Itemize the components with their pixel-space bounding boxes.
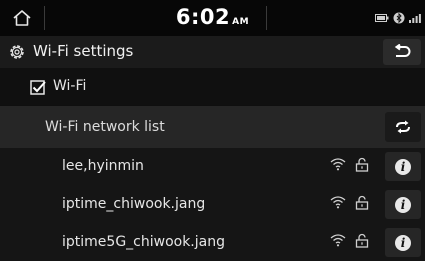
battery-icon	[375, 14, 389, 22]
network-name: iptime5G_chiwook.jang	[62, 234, 225, 250]
network-list-title: Wi-Fi network list	[45, 119, 165, 135]
clock: 6:02 AM	[0, 5, 425, 29]
signal-icon	[409, 14, 421, 23]
wifi-signal-icon	[330, 158, 346, 171]
info-icon: i	[395, 158, 411, 175]
clock-time: 6:02	[175, 5, 231, 29]
info-icon: i	[395, 196, 411, 213]
network-name: lee,hyinmin	[62, 158, 144, 174]
back-button[interactable]	[383, 39, 421, 65]
network-row[interactable]: iptime_chiwook.jang i	[0, 186, 425, 225]
wifi-toggle-row[interactable]: Wi-Fi	[0, 68, 425, 105]
divider	[266, 6, 267, 30]
refresh-icon	[396, 120, 410, 134]
lock-icon	[355, 195, 369, 210]
wifi-checkbox[interactable]	[30, 80, 46, 96]
title-bar: Wi-Fi settings	[0, 36, 425, 68]
network-name: iptime_chiwook.jang	[62, 196, 206, 212]
gear-icon	[10, 45, 24, 59]
network-info-button[interactable]: i	[385, 152, 421, 181]
network-info-button[interactable]: i	[385, 190, 421, 219]
network-row[interactable]: iptime5G_chiwook.jang i	[0, 224, 425, 261]
info-icon: i	[395, 234, 411, 251]
status-bar: 6:02 AM	[0, 0, 425, 36]
clock-ampm: AM	[232, 17, 250, 27]
status-icons	[375, 12, 421, 24]
back-arrow-icon	[394, 44, 411, 57]
page-title: Wi-Fi settings	[33, 42, 134, 60]
network-row[interactable]: lee,hyinmin i	[0, 148, 425, 187]
wifi-signal-icon	[330, 196, 346, 209]
network-list-header: Wi-Fi network list	[0, 106, 425, 148]
lock-icon	[355, 233, 369, 248]
bluetooth-icon	[393, 12, 405, 24]
wifi-toggle-label: Wi-Fi	[53, 78, 87, 94]
lock-icon	[355, 157, 369, 172]
network-info-button[interactable]: i	[385, 228, 421, 257]
refresh-button[interactable]	[385, 112, 421, 142]
wifi-settings-screen: 6:02 AM Wi-Fi settings Wi-Fi Wi-Fi netwo…	[0, 0, 425, 261]
wifi-signal-icon	[330, 234, 346, 247]
